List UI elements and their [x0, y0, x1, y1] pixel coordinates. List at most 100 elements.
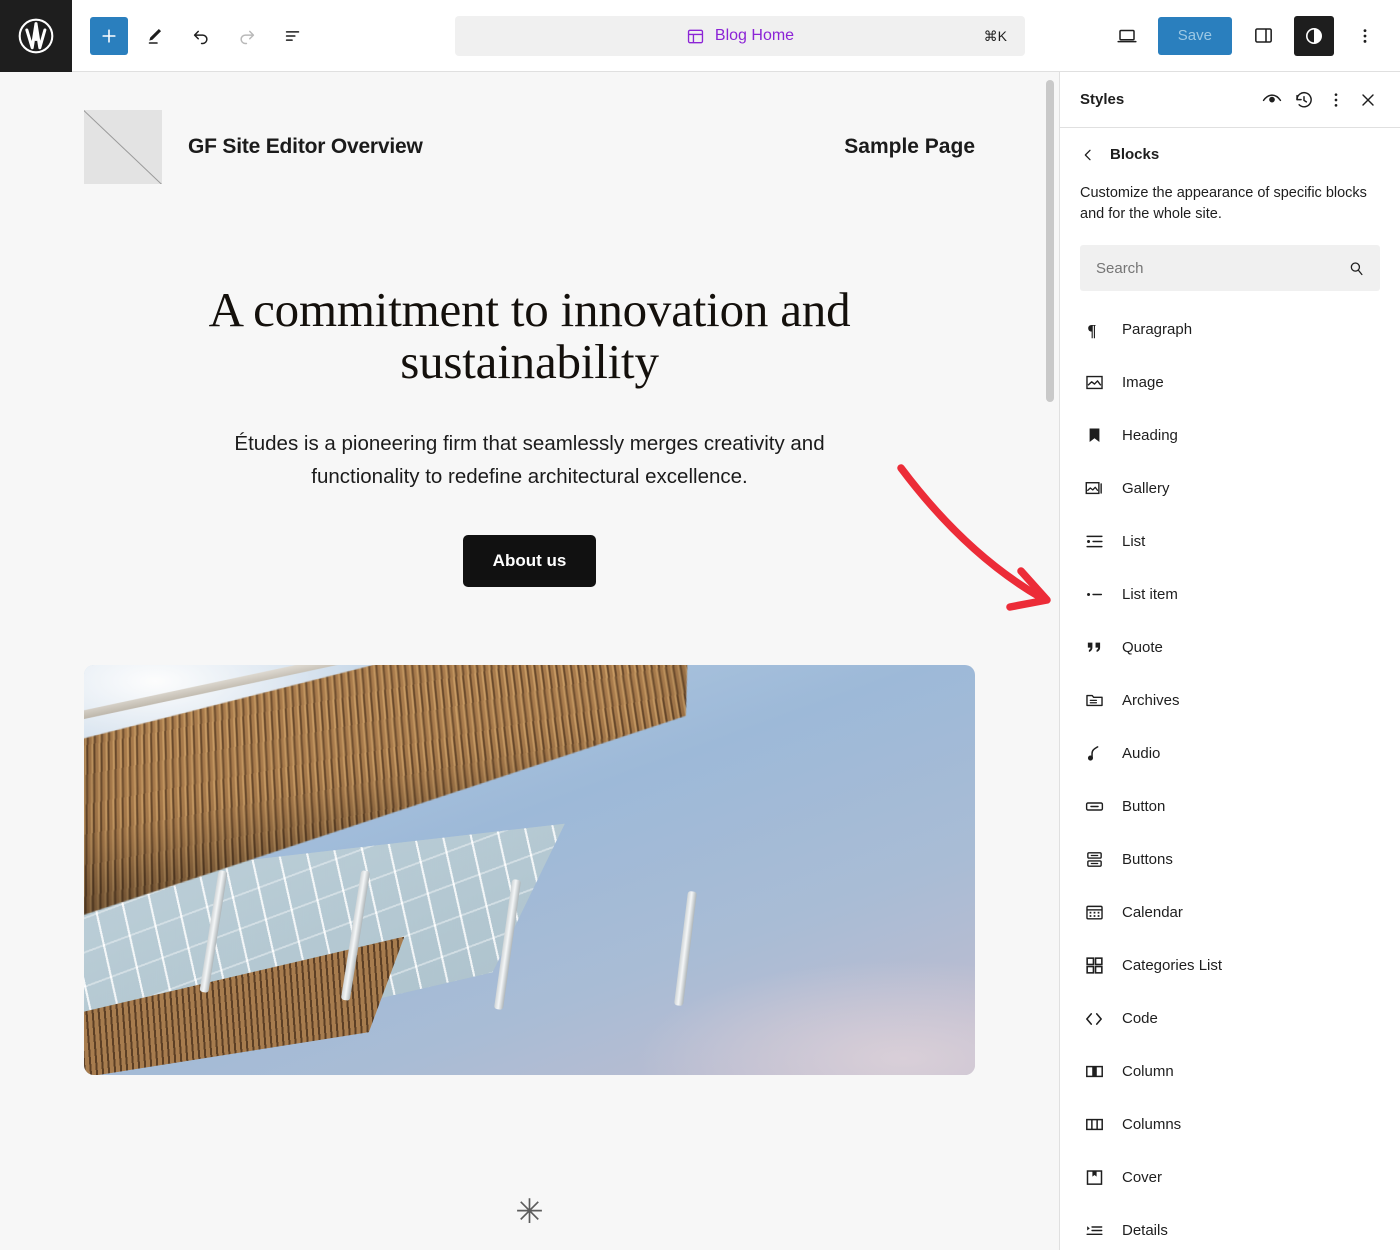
- block-label: Details: [1122, 1222, 1168, 1240]
- hero-image[interactable]: [84, 665, 975, 1076]
- block-label: Calendar: [1122, 904, 1183, 922]
- about-us-button[interactable]: About us: [462, 535, 597, 588]
- block-item-image[interactable]: Image: [1080, 356, 1380, 409]
- settings-panel-button[interactable]: [1244, 17, 1282, 55]
- editor-canvas[interactable]: GF Site Editor Overview Sample Page A co…: [0, 72, 1060, 1250]
- styles-panel-title: Styles: [1080, 91, 1125, 108]
- styles-sidebar: Styles Blocks Customize the appearance o…: [1060, 72, 1400, 1250]
- block-label: Button: [1122, 798, 1166, 816]
- site-header: GF Site Editor Overview Sample Page: [84, 72, 975, 184]
- editor-options-button[interactable]: [1346, 17, 1384, 55]
- block-item-button[interactable]: Button: [1080, 780, 1380, 833]
- eye-icon: [1262, 93, 1282, 102]
- canvas-scrollbar[interactable]: [1046, 80, 1054, 402]
- block-item-code[interactable]: Code: [1080, 992, 1380, 1045]
- buttons-icon: [1082, 848, 1106, 872]
- block-label: Code: [1122, 1010, 1158, 1028]
- nav-item-sample-page[interactable]: Sample Page: [844, 135, 975, 159]
- list-view-icon: [285, 30, 300, 41]
- block-label: Cover: [1122, 1169, 1163, 1187]
- block-item-heading[interactable]: Heading: [1080, 409, 1380, 462]
- block-label: Columns: [1122, 1116, 1182, 1134]
- columns-icon: [1082, 1113, 1106, 1137]
- breadcrumb-blocks[interactable]: Blocks: [1080, 146, 1380, 163]
- gallery-icon: [1082, 477, 1106, 501]
- block-item-categories-list[interactable]: Categories List: [1080, 939, 1380, 992]
- code-icon: [1082, 1007, 1106, 1031]
- block-label: Buttons: [1122, 851, 1173, 869]
- block-item-list-item[interactable]: List item: [1080, 568, 1380, 621]
- style-book-button[interactable]: [1256, 84, 1288, 116]
- styles-panel-header: Styles: [1060, 72, 1400, 128]
- paragraph-icon: ¶: [1082, 318, 1106, 342]
- hero-section: A commitment to innovation and sustainab…: [84, 184, 975, 588]
- toolbar-right-group: Save: [1108, 15, 1400, 56]
- block-label: Quote: [1122, 639, 1163, 657]
- template-icon: [687, 29, 704, 43]
- device-preview-button[interactable]: [1108, 17, 1146, 55]
- history-clock-icon: [1296, 91, 1312, 107]
- site-logo-placeholder: [84, 110, 162, 184]
- list-view-button[interactable]: [274, 17, 312, 55]
- device-preview-icon: [1117, 29, 1137, 42]
- hero-paragraph: Études is a pioneering firm that seamles…: [234, 431, 825, 488]
- block-item-archives[interactable]: Archives: [1080, 674, 1380, 727]
- block-item-columns[interactable]: Columns: [1080, 1098, 1380, 1151]
- toolbar-left-group: [72, 16, 312, 55]
- calendar-icon: [1082, 901, 1106, 925]
- site-title: GF Site Editor Overview: [188, 135, 423, 158]
- search-icon: [1350, 261, 1363, 275]
- heading-bookmark-icon: [1082, 424, 1106, 448]
- close-panel-button[interactable]: [1352, 84, 1384, 116]
- block-label: Paragraph: [1122, 321, 1193, 339]
- block-item-column[interactable]: Column: [1080, 1045, 1380, 1098]
- command-palette-button[interactable]: Blog Home ⌘K: [455, 16, 1025, 56]
- redo-icon: [240, 30, 255, 44]
- block-item-cover[interactable]: Cover: [1080, 1151, 1380, 1204]
- block-item-audio[interactable]: Audio: [1080, 727, 1380, 780]
- column-icon: [1082, 1060, 1106, 1084]
- block-label: List: [1122, 533, 1146, 551]
- styles-contrast-icon: [1306, 27, 1322, 44]
- editor-body: GF Site Editor Overview Sample Page A co…: [0, 72, 1400, 1250]
- archives-folder-icon: [1082, 689, 1106, 713]
- kebab-menu-icon: [1334, 92, 1338, 107]
- audio-note-icon: [1082, 742, 1106, 766]
- block-item-calendar[interactable]: Calendar: [1080, 886, 1380, 939]
- list-item-icon: [1082, 583, 1106, 607]
- add-block-button[interactable]: [90, 16, 128, 55]
- kebab-menu-icon: [1363, 28, 1367, 43]
- editor-toolbar: Blog Home ⌘K Save: [0, 0, 1400, 72]
- block-item-paragraph[interactable]: ¶ Paragraph: [1080, 303, 1380, 356]
- breadcrumb-label: Blocks: [1110, 146, 1160, 163]
- block-label: Column: [1122, 1063, 1174, 1081]
- styles-more-options-button[interactable]: [1320, 84, 1352, 116]
- block-item-gallery[interactable]: Gallery: [1080, 462, 1380, 515]
- undo-icon: [193, 30, 208, 44]
- styles-toggle-button[interactable]: [1294, 15, 1334, 56]
- save-button[interactable]: Save: [1157, 16, 1232, 55]
- block-search-input[interactable]: [1096, 259, 1347, 277]
- site-preview: GF Site Editor Overview Sample Page A co…: [0, 72, 1059, 1250]
- hero-heading: A commitment to innovation and sustainab…: [208, 282, 851, 389]
- block-item-details[interactable]: Details: [1080, 1204, 1380, 1250]
- redo-button[interactable]: [228, 17, 266, 55]
- sidebar-panel-icon: [1254, 28, 1272, 43]
- block-item-list[interactable]: List: [1080, 515, 1380, 568]
- command-palette-content: Blog Home: [686, 27, 794, 46]
- revisions-button[interactable]: [1288, 84, 1320, 116]
- block-search-box[interactable]: [1080, 245, 1380, 292]
- command-palette-label: Blog Home: [714, 27, 795, 44]
- undo-button[interactable]: [182, 17, 220, 55]
- command-palette-wrapper: Blog Home ⌘K: [455, 16, 1025, 56]
- close-icon: [1362, 93, 1374, 106]
- styles-panel-description: Customize the appearance of specific blo…: [1080, 185, 1367, 223]
- edit-tool-button[interactable]: [136, 17, 174, 55]
- block-label: Categories List: [1122, 957, 1223, 975]
- site-branding[interactable]: GF Site Editor Overview: [84, 110, 423, 184]
- block-item-buttons[interactable]: Buttons: [1080, 833, 1380, 886]
- block-item-quote[interactable]: Quote: [1080, 621, 1380, 674]
- cover-icon: [1082, 1166, 1106, 1190]
- wordpress-logo-button[interactable]: [0, 0, 72, 72]
- block-label: Audio: [1122, 745, 1161, 763]
